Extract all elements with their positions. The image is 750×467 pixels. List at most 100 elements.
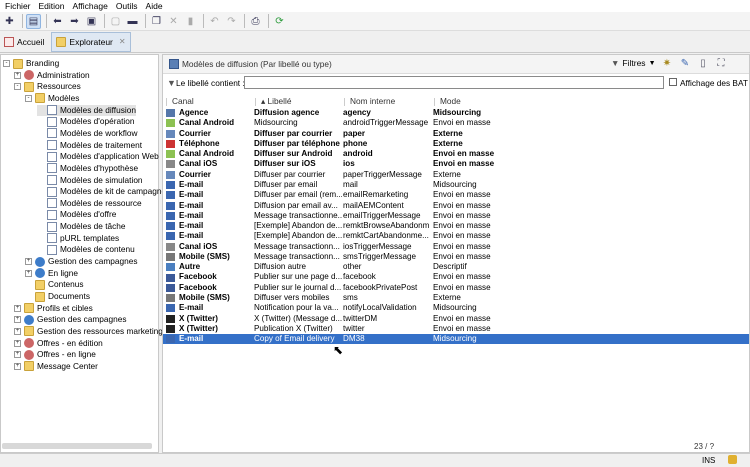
tree-item[interactable]: Modèles de workflow [37, 128, 137, 139]
menu-item-aide[interactable]: Aide [143, 0, 168, 12]
tree-item[interactable]: + Offres - en édition [14, 338, 103, 349]
table-row[interactable]: Canal iOS Diffuser sur iOS ios Envoi en mas… [163, 159, 749, 169]
filters-button[interactable]: ▼ Filtres ▼ [611, 58, 656, 68]
collapse-icon[interactable]: - [25, 94, 32, 102]
table-row[interactable]: Facebook Publier sur une page d... faceboo… [163, 272, 749, 282]
table-row[interactable]: E-mail Diffuser par email mail Midsourcing [163, 180, 749, 190]
status-bar [0, 453, 750, 467]
expand-icon[interactable]: + [14, 339, 21, 347]
channel-icon [166, 242, 175, 251]
table-row[interactable]: Courrier Diffuser par courrier paper Extern… [163, 129, 749, 139]
expand-icon[interactable]: + [14, 316, 21, 324]
table-row[interactable]: E-mail Message transactionne... emailTrigg… [163, 211, 749, 221]
tree-item[interactable]: Modèles d'offre [37, 209, 116, 220]
tree-item[interactable]: Modèles de ressource [37, 198, 142, 209]
expand-icon[interactable]: + [25, 258, 32, 266]
table-row[interactable]: Canal iOS Message transactionn... iosTrigg… [163, 242, 749, 252]
table-row[interactable]: Autre Diffusion autre other Descriptif [163, 262, 749, 272]
properties-icon[interactable]: ▢ [108, 14, 123, 29]
tree-item[interactable]: Modèles d'hypothèse [37, 163, 138, 174]
tree-item[interactable]: Modèles de diffusion [37, 104, 136, 116]
fullscreen-icon[interactable]: ⛶ [715, 58, 727, 70]
tree-item[interactable]: Contenus [25, 279, 84, 290]
forward-arrow-icon[interactable]: ➡ [67, 14, 82, 29]
back-arrow-icon[interactable]: ⬅ [50, 14, 65, 29]
table-row[interactable]: Canal Android Diffuser sur Android android… [163, 149, 749, 159]
column-header-canal[interactable]: Canal [166, 96, 194, 107]
print-icon[interactable]: ⎙ [248, 14, 263, 29]
tree-item[interactable]: - Ressources [14, 81, 81, 92]
table-row[interactable]: Agence Diffusion agence agency Midsourcing [163, 108, 749, 118]
table-row[interactable]: E-mail Notification pour la va... notifyLo… [163, 303, 749, 313]
tree-item[interactable]: Documents [25, 291, 90, 302]
table-row[interactable]: Canal Android Midsourcing androidTriggerMe… [163, 118, 749, 128]
table-row[interactable]: Mobile (SMS) Message transactionn... smsTr… [163, 252, 749, 262]
table-row[interactable]: X (Twitter) X (Twitter) (Message d... twit… [163, 314, 749, 324]
tree-item[interactable]: Modèles de kit de campagne [37, 186, 166, 197]
copy-icon[interactable]: ❐ [149, 14, 164, 29]
tree-item[interactable]: - Branding [3, 58, 59, 69]
tree-item[interactable]: pURL templates [37, 233, 119, 244]
tree-item[interactable]: + Gestion des campagnes [14, 314, 126, 325]
tree-item[interactable]: + Message Center [14, 361, 98, 372]
new-icon[interactable]: ✚ [2, 14, 17, 29]
save-icon[interactable]: ▣ [84, 14, 99, 29]
tab-explorer[interactable]: Explorateur ✕ [51, 31, 131, 52]
configure-list-icon[interactable]: ✷ [661, 58, 673, 70]
tree-item[interactable]: + Gestion des campagnes [25, 256, 137, 267]
column-header-mode[interactable]: Mode [434, 96, 461, 107]
navigation-tree[interactable]: - Branding + Administration - Ressources - Modè… [0, 54, 166, 453]
table-row[interactable]: E-mail Copy of Email delivery DM38 Midsourc… [163, 334, 749, 345]
tree-item[interactable]: - Modèles [25, 93, 79, 104]
table-row[interactable]: Mobile (SMS) Diffuser vers mobiles sms Exte… [163, 293, 749, 303]
menu-item-outils[interactable]: Outils [113, 0, 143, 12]
column-header-nom-interne[interactable]: Nom interne [343, 96, 395, 107]
table-row[interactable]: E-mail [Exemple] Abandon de... remktCartAb… [163, 231, 749, 241]
cell-canal-text: Mobile (SMS) [179, 251, 230, 261]
table-row[interactable]: Courrier Diffuser par courrier paperTrigge… [163, 170, 749, 180]
show-proofs-checkbox[interactable] [669, 78, 677, 86]
expand-icon[interactable]: + [14, 362, 21, 370]
close-tab-icon[interactable]: ✕ [119, 37, 126, 46]
tree-item[interactable]: Modèles de simulation [37, 175, 143, 186]
undo-icon[interactable]: ↶ [207, 14, 222, 29]
tree-item[interactable]: + En ligne [25, 268, 78, 279]
folder-icon[interactable]: ▬ [125, 14, 140, 29]
expand-icon[interactable]: + [14, 71, 21, 79]
menu-item-fichier[interactable]: Fichier [2, 0, 36, 12]
menu-item-edition[interactable]: Edition [36, 0, 70, 12]
table-row[interactable]: E-mail Diffuser par email (rem... emailRem… [163, 190, 749, 200]
new-item-icon[interactable]: ✎ [679, 58, 691, 70]
redo-icon[interactable]: ↷ [224, 14, 239, 29]
tree-item[interactable]: Modèles de tâche [37, 221, 126, 232]
menu-item-affichage[interactable]: Affichage [70, 0, 113, 12]
table-row[interactable]: Facebook Publier sur le journal d... faceb… [163, 283, 749, 293]
tree-item[interactable]: Modèles de traitement [37, 140, 142, 151]
table-row[interactable]: Téléphone Diffuser par téléphone phone Exte… [163, 139, 749, 149]
expand-icon[interactable]: + [14, 351, 21, 359]
tree-item[interactable]: Modèles d'application Web [37, 151, 159, 162]
expand-icon[interactable]: + [25, 269, 32, 277]
delete-icon[interactable]: ▮ [183, 14, 198, 29]
tree-item[interactable]: + Profils et cibles [14, 303, 93, 314]
cut-icon[interactable]: ✕ [166, 14, 181, 29]
tree-item[interactable]: + Administration [14, 70, 90, 81]
label-filter-input[interactable] [244, 76, 664, 89]
collapse-icon[interactable]: - [14, 83, 21, 91]
column-header-libelle[interactable]: ▴ Libellé [254, 96, 291, 107]
expand-icon[interactable]: + [14, 327, 21, 335]
refresh-icon[interactable]: ⟳ [272, 14, 287, 29]
tree-item[interactable]: + Gestion des ressources marketing [14, 326, 163, 337]
explorer-view-icon[interactable]: ▤ [26, 13, 41, 29]
collapse-icon[interactable]: - [3, 60, 10, 67]
tree-item[interactable]: Modèles d'opération [37, 116, 134, 127]
table-row[interactable]: E-mail [Exemple] Abandon de... remktBrowse… [163, 221, 749, 231]
tree-item[interactable]: + Offres - en ligne [14, 349, 96, 360]
table-row[interactable]: X (Twitter) Publication X (Twitter) twitte… [163, 324, 749, 334]
tree-item[interactable]: Modèles de contenu [37, 244, 135, 255]
delete-item-icon[interactable]: ▯ [697, 58, 709, 70]
tree-horizontal-scrollbar[interactable] [2, 443, 152, 449]
expand-icon[interactable]: + [14, 304, 21, 312]
tab-home[interactable]: Accueil [0, 32, 48, 52]
table-row[interactable]: E-mail Diffusion par email av... mailAEMCo… [163, 201, 749, 211]
